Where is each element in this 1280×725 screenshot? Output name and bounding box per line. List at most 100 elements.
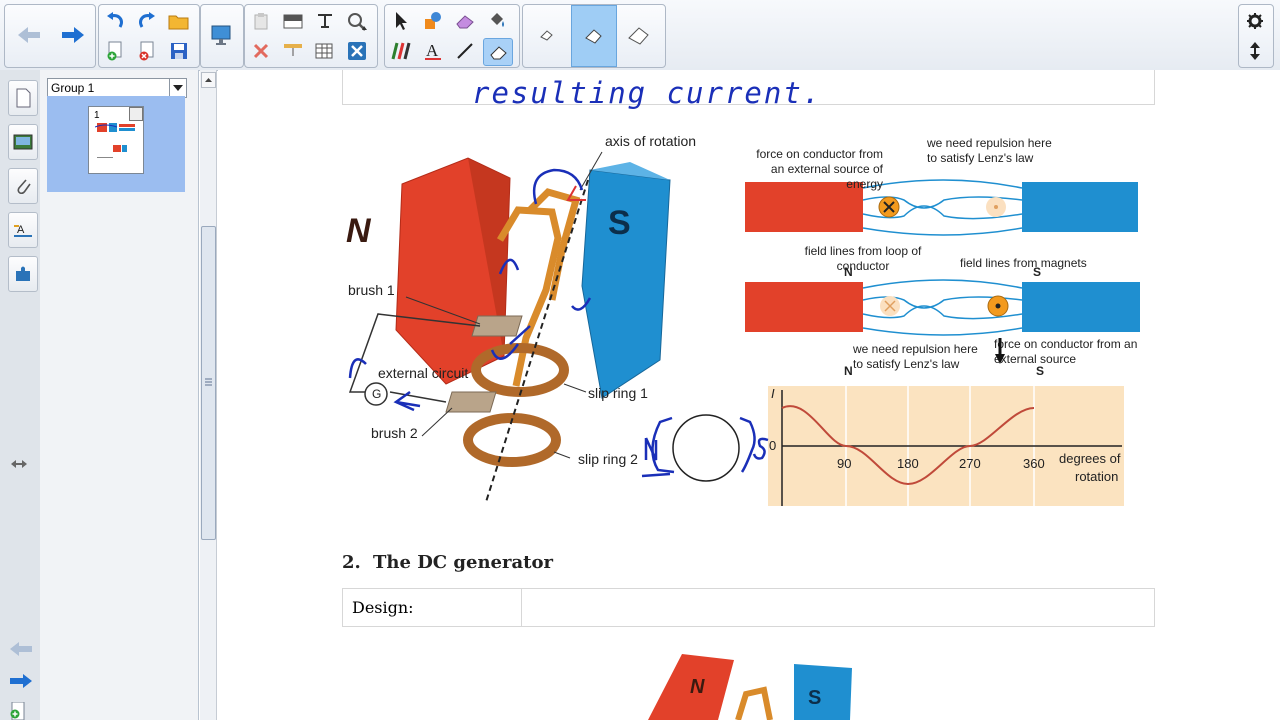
eraser-button[interactable] <box>451 8 479 34</box>
toolbar-options-group <box>1238 4 1274 68</box>
screen-shade-button[interactable] <box>279 8 307 34</box>
close-icon <box>348 42 366 60</box>
bottom-force-label: force on conductor from an external sour… <box>994 337 1138 366</box>
addons-tab[interactable] <box>8 256 38 292</box>
page-thumbnail[interactable]: 1 <box>88 106 144 174</box>
save-icon <box>171 43 187 59</box>
group-dropdown[interactable]: Group 1 <box>47 78 187 98</box>
undo-button[interactable] <box>101 8 129 34</box>
undo-icon <box>107 12 123 28</box>
current-graph <box>768 386 1124 506</box>
field-magnets-label: field lines from magnets <box>960 256 1087 270</box>
main-toolbar: A <box>0 0 1280 71</box>
vertical-scrollbar[interactable] <box>200 70 217 720</box>
side-tab-bar: A <box>0 70 41 721</box>
redo-icon <box>139 12 155 28</box>
brush-2-label: brush 2 <box>371 425 418 441</box>
whiteboard-page[interactable]: resulting current. N S axis of rotation … <box>218 70 1280 720</box>
small-eraser-button[interactable] <box>525 5 569 65</box>
field-loop-label: field lines from loop of conductor <box>804 244 922 273</box>
shapes-button[interactable] <box>419 8 447 34</box>
properties-tab[interactable]: A <box>8 212 38 248</box>
medium-eraser-button[interactable] <box>571 5 617 67</box>
delete-x-icon <box>253 43 269 59</box>
gallery-tab[interactable] <box>8 124 38 160</box>
save-button[interactable] <box>165 38 193 64</box>
lines-button[interactable] <box>451 38 479 64</box>
text-button[interactable]: A <box>419 38 447 64</box>
magnify-icon <box>348 13 367 31</box>
text-a-icon: A <box>425 41 441 60</box>
vertical-arrows-icon <box>1250 42 1260 60</box>
sidebar-next-button[interactable] <box>8 672 34 695</box>
graph-x-label-2: rotation <box>1075 469 1119 484</box>
graph-tick-90: 90 <box>837 456 852 471</box>
move-toolbar-button[interactable] <box>1241 38 1269 64</box>
screen-shade-icon <box>283 14 303 29</box>
fill-button[interactable] <box>483 8 511 34</box>
redo-button[interactable] <box>133 8 161 34</box>
scroll-thumb[interactable] <box>201 226 216 540</box>
dc-generator-diagram <box>648 654 852 720</box>
design-input-cell[interactable] <box>522 589 1154 626</box>
text-cursor-icon <box>318 14 332 28</box>
scroll-up-button[interactable] <box>201 72 216 88</box>
display-button[interactable] <box>201 5 243 65</box>
axis-of-rotation-label: axis of rotation <box>605 133 697 149</box>
page-tools-group <box>244 4 378 68</box>
north-pole-label: N <box>346 212 371 250</box>
display-group <box>200 4 244 68</box>
delete-button[interactable] <box>247 38 275 64</box>
capture-button[interactable] <box>343 8 371 34</box>
folder-icon <box>168 15 189 30</box>
page-sorter-tab[interactable] <box>8 80 38 116</box>
sine-curve <box>781 386 1122 506</box>
delete-page-button[interactable] <box>133 38 161 64</box>
left-arrow-icon <box>18 27 40 43</box>
right-arrow-icon <box>62 27 84 43</box>
slip-ring-2-label: slip ring 2 <box>578 451 638 467</box>
slip-ring-1-label: slip ring 1 <box>588 385 648 401</box>
resize-handle[interactable] <box>10 457 28 475</box>
bottom-south-label: S <box>808 687 822 709</box>
handwritten-annotation: resulting current. <box>472 76 823 110</box>
galvanometer-label: G <box>372 387 382 401</box>
next-button[interactable] <box>51 5 95 65</box>
table-icon <box>315 43 333 59</box>
top-force-label: force on conductor from an external sour… <box>756 147 883 191</box>
large-eraser-button[interactable] <box>617 5 661 65</box>
pens-button[interactable] <box>387 38 415 64</box>
small-eraser-icon <box>540 30 553 41</box>
delete-page-icon <box>139 41 154 61</box>
open-button[interactable] <box>165 8 193 34</box>
fill-bucket-icon <box>491 13 504 27</box>
select-button[interactable] <box>387 8 415 34</box>
add-page-icon <box>107 41 122 61</box>
add-page-icon <box>10 701 25 721</box>
navigation-group <box>4 4 96 68</box>
graph-tick-270: 270 <box>959 456 981 471</box>
left-arrow-icon <box>10 642 32 656</box>
settings-button[interactable] <box>1241 8 1269 34</box>
paste-button[interactable] <box>247 8 275 34</box>
paste-icon <box>254 13 268 30</box>
attachments-tab[interactable] <box>8 168 38 204</box>
south-pole-label: S <box>608 204 631 242</box>
add-page-button[interactable] <box>101 38 129 64</box>
page-number: 1 <box>94 110 100 121</box>
close-button[interactable] <box>343 38 371 64</box>
back-button[interactable] <box>7 5 51 65</box>
sidebar-back-button[interactable] <box>8 640 34 663</box>
sidebar-add-page-button[interactable] <box>8 701 28 725</box>
graph-tick-360: 360 <box>1023 456 1045 471</box>
table-button[interactable] <box>311 38 339 64</box>
screen-icon <box>284 44 302 56</box>
thumbnail-menu-icon[interactable] <box>129 107 143 121</box>
magic-eraser-button[interactable] <box>483 38 513 66</box>
gear-icon <box>1247 13 1263 29</box>
text-tool-button[interactable] <box>311 8 339 34</box>
monitor-icon <box>211 25 231 45</box>
screen-button[interactable] <box>279 38 307 64</box>
ac-generator-diagram <box>348 151 671 503</box>
field-north-bottom: N <box>844 364 853 378</box>
